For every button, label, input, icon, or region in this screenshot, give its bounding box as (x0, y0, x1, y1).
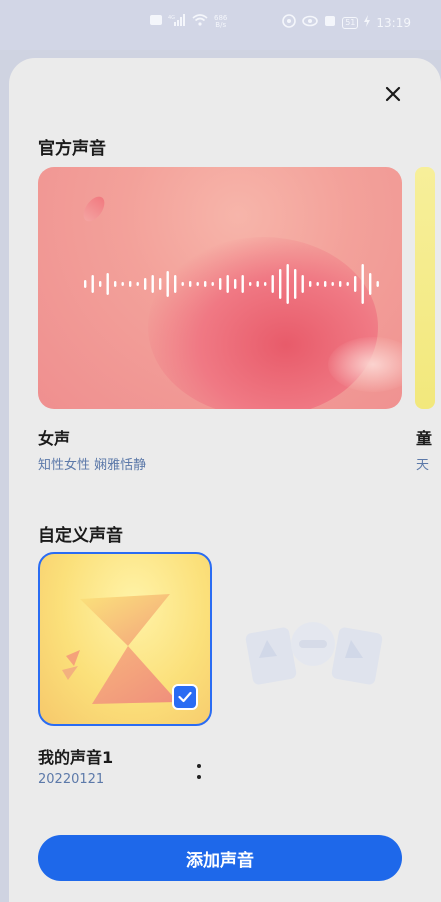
voice-name-female: 女声 (38, 429, 71, 448)
waveform-bar (144, 278, 147, 290)
waveform-bar (204, 281, 207, 287)
net-speed: 686 B/s (214, 14, 227, 29)
official-voice-card-child[interactable] (415, 167, 435, 409)
net-speed-unit: B/s (215, 20, 227, 29)
charging-icon (364, 15, 371, 30)
waveform-bar (174, 275, 177, 293)
waveform-bar (84, 280, 87, 288)
waveform-bar (211, 282, 214, 286)
eye-comfort-icon (302, 15, 319, 30)
waveform-bar (151, 275, 154, 293)
waveform-bar (219, 278, 222, 290)
waveform-bar (294, 269, 297, 299)
add-voice-button[interactable]: 添加声音 (38, 835, 402, 881)
waveform-bar (309, 281, 312, 287)
nfc-icon (282, 14, 297, 31)
notification-icon (150, 15, 162, 28)
waveform-bar (301, 275, 304, 293)
official-voice-card-female[interactable] (38, 167, 402, 409)
waveform-bar (91, 275, 94, 293)
waveform-bar (279, 269, 282, 299)
check-icon (178, 691, 192, 703)
waveform-bar (189, 281, 192, 287)
voice-description-child: 天 (416, 458, 430, 473)
battery-level: 51 (345, 17, 356, 27)
waveform-bar (241, 275, 244, 293)
waveform-bar (346, 282, 349, 286)
cellular-signal-icon: 4G (168, 14, 186, 29)
waveform-bar (114, 281, 117, 287)
status-bar: 4G 686 B/s 51 13:19 (0, 0, 441, 50)
waveform-bar (249, 282, 252, 286)
waveform-bar (99, 281, 102, 287)
status-left-icons: 4G 686 B/s (150, 14, 227, 29)
official-voices-title: 官方声音 (38, 139, 106, 159)
waveform-bar (106, 273, 109, 295)
waveform-bar (166, 271, 169, 297)
waveform-bar (354, 276, 357, 292)
waveform-bar (196, 282, 199, 286)
more-dot-icon (197, 763, 201, 768)
close-icon (385, 86, 401, 102)
voice-selection-sheet: 官方声音 女声 知性女性 娴雅恬静 童 天 自定义声音 我的声音1 202201… (9, 58, 441, 902)
custom-voice-card[interactable] (38, 552, 212, 726)
close-button[interactable] (381, 82, 405, 106)
custom-voices-title: 自定义声音 (38, 526, 123, 546)
waveform-bar (271, 275, 274, 293)
waveform-bar (226, 275, 229, 293)
waveform-bar (264, 282, 267, 286)
custom-voice-name: 我的声音1 (38, 748, 114, 767)
waveform-bar (286, 264, 289, 304)
waveform-bar (129, 281, 132, 287)
wifi-icon (192, 14, 208, 29)
voice-cards-illustration (245, 622, 383, 685)
waveform-bar (376, 281, 379, 287)
waveform-bar (361, 264, 364, 304)
selected-checkbox[interactable] (172, 684, 198, 710)
voice-name-child: 童 (416, 429, 433, 448)
more-dot-icon (197, 774, 201, 779)
signal-label: 4G (168, 15, 175, 21)
custom-voice-date: 20220121 (38, 772, 105, 787)
waveform-bar (121, 282, 124, 286)
voice-description-female: 知性女性 娴雅恬静 (38, 458, 147, 473)
waveform-bar (324, 281, 327, 287)
waveform-bar (159, 278, 162, 290)
battery-icon: 51 (342, 16, 359, 29)
waveform-icon (84, 264, 379, 304)
vibrate-icon (324, 15, 336, 30)
more-options-button[interactable] (189, 758, 209, 784)
waveform-bar (331, 282, 334, 286)
waveform-bar (181, 282, 184, 286)
status-time: 13:19 (376, 15, 411, 30)
waveform-bar (234, 279, 237, 289)
status-right-icons: 51 13:19 (282, 14, 411, 31)
waveform-bar (339, 281, 342, 287)
waveform-bar (369, 273, 372, 295)
waveform-bar (316, 282, 319, 286)
waveform-bar (256, 281, 259, 287)
waveform-bar (136, 282, 139, 286)
